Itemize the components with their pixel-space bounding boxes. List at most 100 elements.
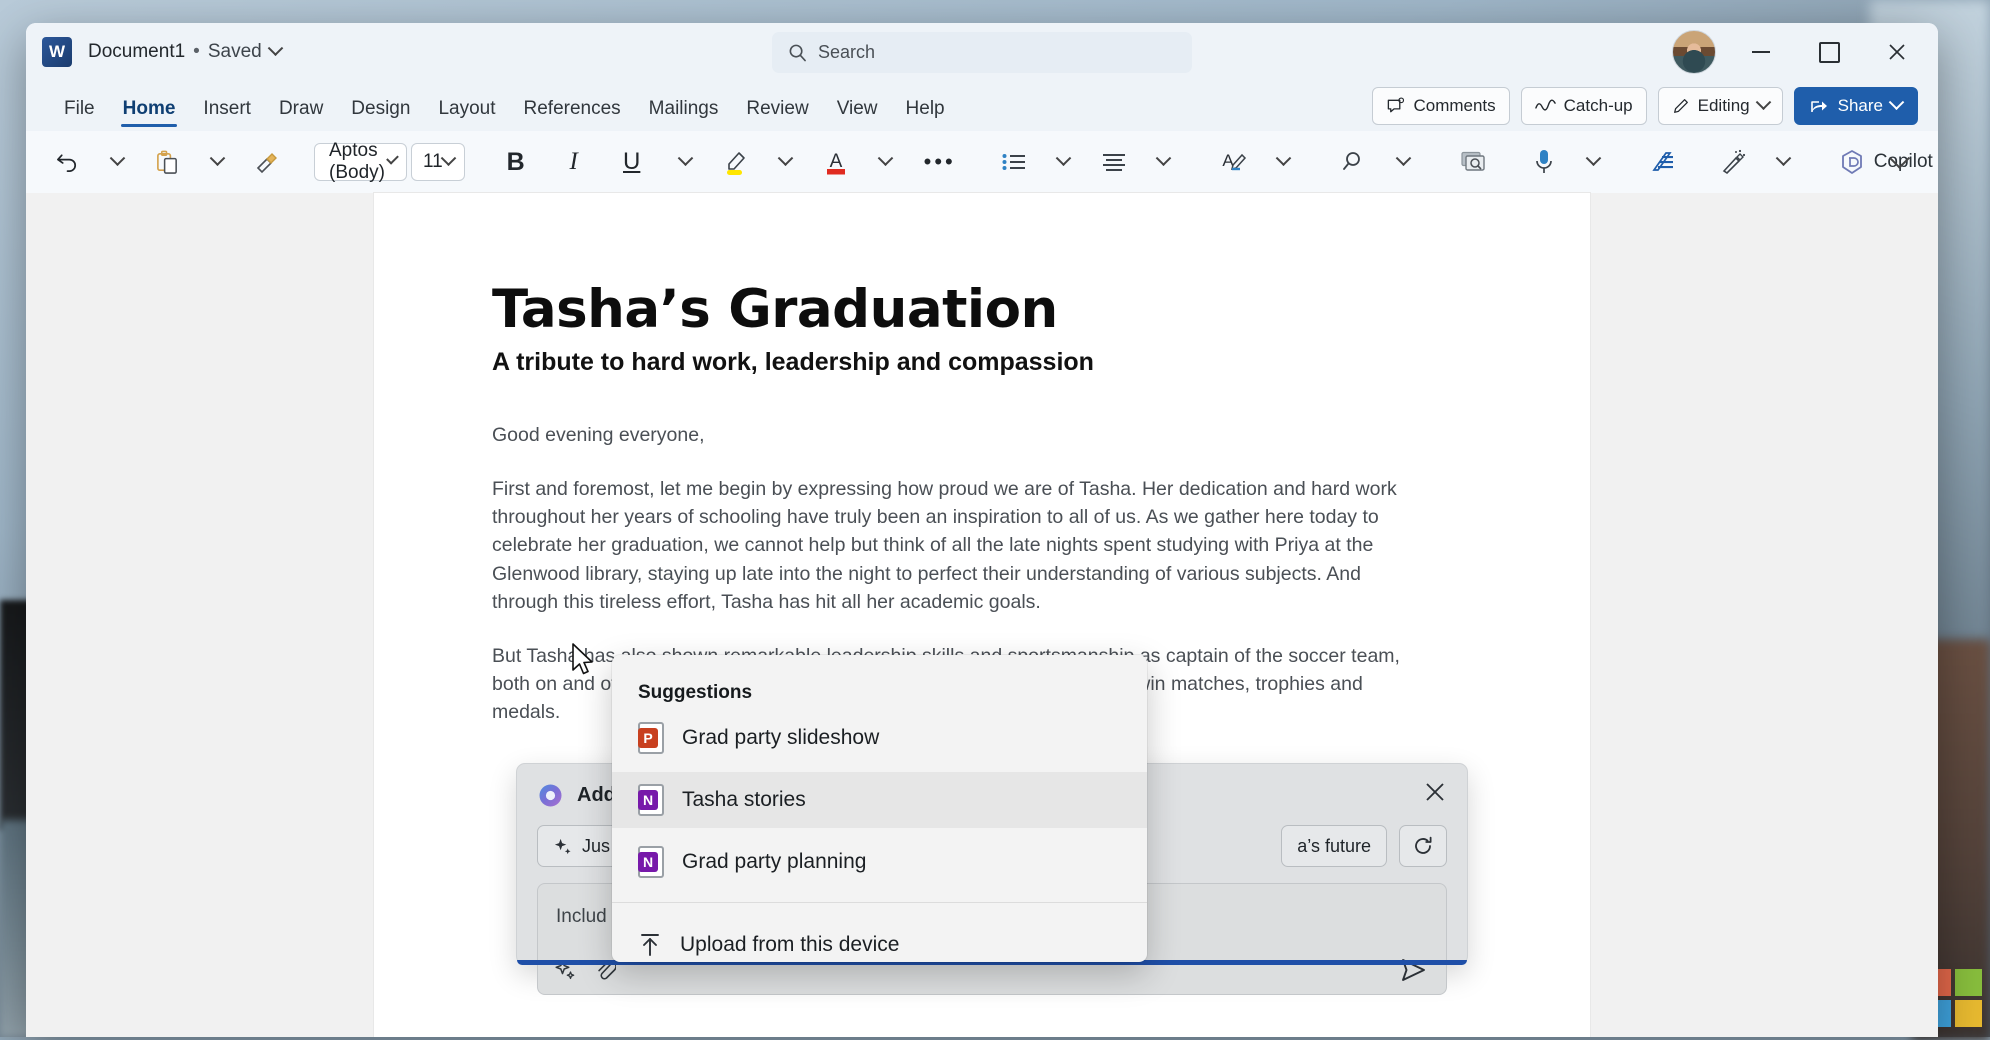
powerpoint-file-icon: P — [638, 722, 664, 754]
ribbon-actions: Comments Catch-up Editing S — [1372, 87, 1918, 125]
copilot-prompt-chip-tail[interactable]: a’s future — [1281, 825, 1387, 867]
minimize-button[interactable] — [1738, 31, 1784, 73]
document-paragraph: Good evening everyone, — [492, 421, 1417, 449]
comments-label: Comments — [1413, 96, 1495, 116]
suggestions-title: Suggestions — [612, 655, 1147, 704]
find-button[interactable] — [1331, 142, 1377, 182]
catchup-button[interactable]: Catch-up — [1521, 87, 1647, 125]
find-icon — [1341, 150, 1367, 174]
share-icon — [1810, 97, 1830, 115]
underline-button[interactable]: U — [605, 142, 659, 182]
onenote-badge: N — [638, 790, 658, 810]
tab-layout[interactable]: Layout — [426, 98, 507, 131]
font-color-dropdown[interactable] — [863, 142, 909, 182]
tab-review[interactable]: Review — [734, 98, 820, 131]
upload-icon — [638, 932, 662, 958]
undo-dropdown[interactable] — [94, 142, 140, 182]
paste-icon — [155, 150, 180, 175]
underline-label: U — [623, 148, 640, 176]
dictate-dropdown[interactable] — [1571, 142, 1617, 182]
suggestions-flyout: Suggestions P Grad party slideshow N Tas… — [612, 655, 1147, 962]
comments-button[interactable]: Comments — [1372, 87, 1509, 125]
bullet-list-dropdown[interactable] — [1041, 142, 1087, 182]
underline-dropdown[interactable] — [663, 142, 709, 182]
highlight-dropdown[interactable] — [763, 142, 809, 182]
highlight-button[interactable] — [713, 142, 759, 182]
format-painter-button[interactable] — [244, 142, 290, 182]
chevron-down-icon[interactable] — [267, 40, 283, 56]
ribbon-tab-bar: File Home Insert Draw Design Layout Refe… — [26, 81, 1938, 131]
tab-draw[interactable]: Draw — [267, 98, 335, 131]
font-family-value: Aptos (Body) — [329, 140, 389, 184]
bullet-list-icon — [1001, 151, 1027, 173]
font-color-button[interactable]: A — [813, 142, 859, 182]
paste-button[interactable] — [144, 142, 190, 182]
refresh-icon — [1412, 835, 1434, 857]
editor-button[interactable] — [1641, 142, 1687, 182]
search-icon — [788, 43, 807, 62]
copilot-refresh-button[interactable] — [1399, 825, 1447, 867]
page-subtitle: A tribute to hard work, leadership and c… — [492, 348, 1472, 377]
suggestion-item-tasha-stories[interactable]: N Tasha stories — [612, 772, 1147, 828]
close-icon — [1887, 42, 1907, 62]
suggestion-item-grad-party-slideshow[interactable]: P Grad party slideshow — [612, 710, 1147, 766]
text-highlight-icon — [723, 148, 749, 176]
editing-mode-button[interactable]: Editing — [1658, 87, 1783, 125]
screen-capture-icon — [1460, 150, 1488, 174]
collapse-ribbon-button[interactable] — [1876, 142, 1922, 182]
word-window: W Document1 • Saved Search — [26, 23, 1938, 1037]
font-family-combo[interactable]: Aptos (Body) — [314, 143, 407, 181]
tab-mailings[interactable]: Mailings — [637, 98, 731, 131]
format-painter-icon — [254, 150, 280, 174]
font-size-value: 11 — [423, 151, 443, 173]
tab-design[interactable]: Design — [339, 98, 422, 131]
document-title-group[interactable]: Document1 • Saved — [88, 41, 281, 63]
find-dropdown[interactable] — [1381, 142, 1427, 182]
undo-button[interactable] — [44, 142, 90, 182]
italic-label: I — [570, 148, 578, 176]
comment-icon — [1386, 97, 1405, 116]
search-box[interactable]: Search — [772, 32, 1192, 73]
screen-capture-button[interactable] — [1451, 142, 1497, 182]
close-button[interactable] — [1874, 31, 1920, 73]
designer-dropdown[interactable] — [1761, 142, 1807, 182]
font-size-combo[interactable]: 11 — [411, 143, 465, 181]
dictate-button[interactable] — [1521, 142, 1567, 182]
italic-button[interactable]: I — [547, 142, 601, 182]
tab-help[interactable]: Help — [894, 98, 957, 131]
tab-view[interactable]: View — [825, 98, 890, 131]
title-separator: • — [193, 41, 200, 63]
upload-from-device-item[interactable]: Upload from this device — [612, 917, 1147, 962]
more-font-options-button[interactable]: ••• — [913, 142, 967, 182]
onenote-file-icon: N — [638, 784, 664, 816]
share-label: Share — [1838, 96, 1883, 116]
catchup-label: Catch-up — [1564, 96, 1633, 116]
align-button[interactable] — [1091, 142, 1137, 182]
window-controls-group — [1672, 30, 1920, 74]
bullet-list-button[interactable] — [991, 142, 1037, 182]
paste-dropdown[interactable] — [194, 142, 240, 182]
tab-insert[interactable]: Insert — [191, 98, 263, 131]
ellipsis-icon: ••• — [924, 157, 956, 167]
share-button[interactable]: Share — [1794, 87, 1918, 125]
copilot-card-close-button[interactable] — [1423, 780, 1447, 804]
tab-home[interactable]: Home — [111, 98, 188, 131]
tab-file[interactable]: File — [52, 98, 107, 131]
styles-icon: A — [1220, 149, 1248, 175]
align-dropdown[interactable] — [1141, 142, 1187, 182]
styles-dropdown[interactable] — [1261, 142, 1307, 182]
tab-references[interactable]: References — [512, 98, 633, 131]
catchup-icon — [1535, 99, 1556, 113]
avatar[interactable] — [1672, 30, 1716, 74]
maximize-button[interactable] — [1806, 31, 1852, 73]
undo-icon — [55, 151, 80, 173]
document-name: Document1 — [88, 41, 185, 63]
bold-button[interactable]: B — [489, 142, 543, 182]
designer-icon — [1720, 149, 1747, 175]
close-icon — [1423, 780, 1447, 804]
chevron-down-icon — [1889, 94, 1905, 110]
suggestion-item-grad-party-planning[interactable]: N Grad party planning — [612, 834, 1147, 890]
designer-button[interactable] — [1711, 142, 1757, 182]
styles-button[interactable]: A — [1211, 142, 1257, 182]
align-icon — [1101, 151, 1127, 173]
